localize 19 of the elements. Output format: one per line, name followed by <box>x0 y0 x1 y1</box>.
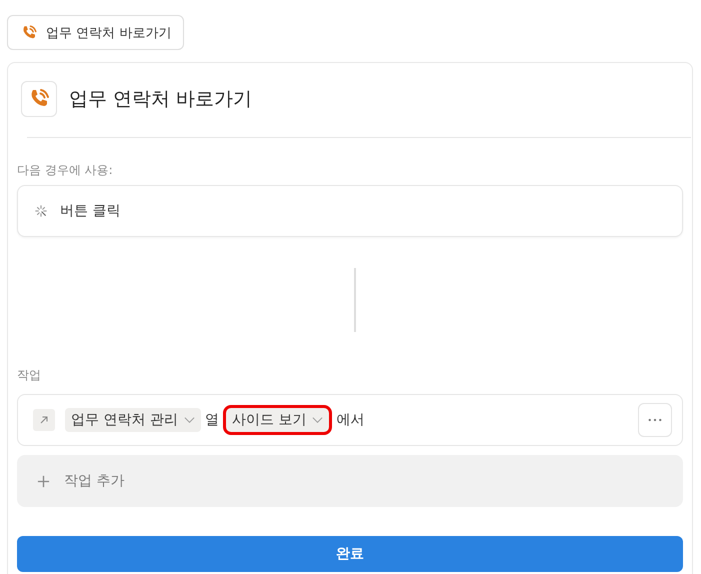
section-label: 다음 경우에 사용: <box>17 162 114 179</box>
phone-icon <box>21 81 57 117</box>
more-button[interactable] <box>638 403 672 437</box>
done-button[interactable]: 완료 <box>17 536 683 572</box>
shortcut-chip[interactable]: 업무 연락처 바로가기 <box>7 15 184 50</box>
trigger-field[interactable]: 버튼 클릭 <box>17 185 683 237</box>
app-dropdown[interactable]: 업무 연락처 관리 <box>65 408 201 432</box>
caret-icon <box>312 416 324 424</box>
more-icon <box>648 418 662 422</box>
plus-icon <box>37 474 50 488</box>
action-text: 에서 <box>336 411 364 429</box>
caret-icon <box>184 416 195 424</box>
view-dropdown[interactable]: 사이드 보기 <box>222 405 332 435</box>
action-text: 열 <box>204 411 219 429</box>
add-action-button[interactable]: 작업 추가 <box>17 455 683 507</box>
card-title: 업무 연락처 바로가기 <box>69 87 252 112</box>
click-icon <box>34 204 48 218</box>
chip-label: 업무 연락처 바로가기 <box>46 24 172 42</box>
section-label: 작업 <box>17 367 42 384</box>
